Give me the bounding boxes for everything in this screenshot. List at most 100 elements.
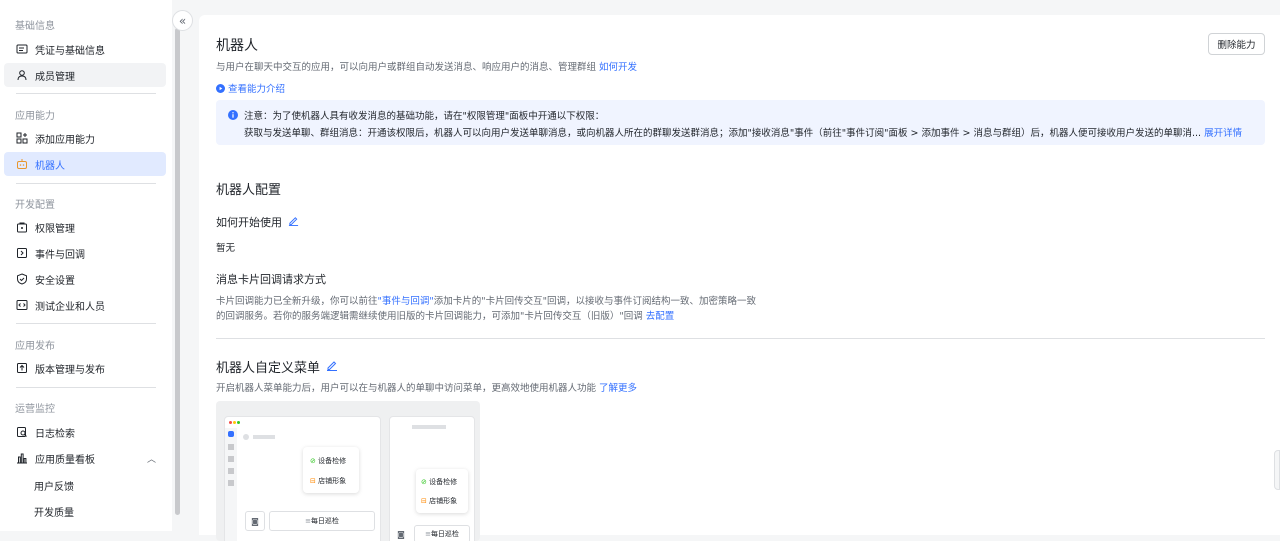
mobile-menu-popup: ⊘ 设备检修 ⊟ 店铺形象	[416, 469, 468, 513]
learn-more-link[interactable]: 了解更多	[599, 383, 637, 394]
group-label-app-ability: 应用能力	[15, 111, 55, 122]
how-to-use-heading: 如何开始使用	[216, 214, 299, 230]
events-callback-link[interactable]: "事件与回调"	[378, 296, 434, 307]
sidebar-item-label: 安全设置	[35, 275, 75, 287]
camera-icon: ◙	[397, 529, 405, 539]
sidebar-item-test-company[interactable]: 测试企业和人员	[4, 293, 166, 317]
menu-preview-item2-label: 店铺形象	[318, 477, 347, 485]
card-callback-desc-line2: 的回调服务。若你的服务端逻辑需继续使用旧版的卡片回调能力，可添加"卡片回传交互（…	[216, 308, 674, 322]
edit-pencil-icon[interactable]	[326, 359, 338, 374]
menu-preview-item: ⊘ 设备检修	[310, 457, 347, 465]
edit-pencil-icon[interactable]	[288, 215, 299, 229]
card-desc-text: 的回调服务。若你的服务端逻辑需继续使用旧版的卡片回调能力，可添加"卡片回传交互（…	[216, 311, 643, 322]
main-panel: 机器人 删除能力 与用户在聊天中交互的应用，可以向用户或群组自动发送消息、响应用…	[199, 15, 1280, 541]
log-search-icon	[16, 426, 28, 438]
menu-preview-bottom-bar: ≡ 每日巡检	[414, 525, 470, 541]
mobile-window-mock: ⊘ 设备检修 ⊟ 店铺形象 ◙ ≡ 每日巡检	[389, 416, 475, 541]
sidebar-item-label: 日志检索	[35, 428, 75, 440]
sidebar-item-label: 测试企业和人员	[35, 301, 105, 313]
sidebar-scrollbar-thumb[interactable]	[175, 28, 180, 515]
view-intro-link[interactable]: 查看能力介绍	[216, 81, 285, 95]
page-title: 机器人	[216, 38, 258, 54]
sidebar-subitem-feedback[interactable]: 用户反馈	[34, 478, 74, 493]
grid-add-icon	[16, 132, 28, 144]
expand-details-link[interactable]: 展开详情	[1204, 128, 1242, 139]
sidebar-item-label: 机器人	[35, 160, 65, 172]
card-desc-text: 卡片回调能力已全新升级，你可以前往	[216, 296, 378, 307]
group-label-basic: 基础信息	[15, 21, 55, 32]
how-to-develop-link[interactable]: 如何开发	[599, 62, 637, 73]
menu-preview-image: ⊘ 设备检修 ⊟ 店铺形象 ◙ ≡ 每日巡检 ⊘ 设备检修 ⊟ 店铺形象 ◙ ≡…	[216, 401, 480, 541]
group-label-ops: 运营监控	[15, 404, 55, 415]
how-to-use-value: 暂无	[216, 243, 236, 254]
section-divider	[216, 338, 1265, 339]
page-description-text: 与用户在聊天中交互的应用，可以向用户或群组自动发送消息、响应用户的消息、管理群组	[216, 62, 597, 73]
menu-preview-item: ⊟ 店铺形象	[421, 497, 458, 505]
code-box-icon	[16, 299, 28, 311]
id-card-icon	[16, 43, 28, 55]
how-to-use-label: 如何开始使用	[216, 216, 282, 229]
chevron-up-icon: ︿	[146, 454, 156, 465]
sidebar-item-label: 权限管理	[35, 223, 75, 235]
menu-preview-item2-label: 店铺形象	[429, 497, 458, 505]
shield-icon	[16, 273, 28, 285]
card-callback-title: 消息卡片回调请求方式	[216, 273, 326, 286]
sidebar-item-bot[interactable]: 机器人	[4, 152, 166, 176]
upload-icon	[16, 362, 28, 374]
divider	[16, 183, 156, 184]
sidebar-item-events[interactable]: 事件与回调	[4, 241, 166, 265]
page-description: 与用户在聊天中交互的应用，可以向用户或群组自动发送消息、响应用户的消息、管理群组…	[216, 59, 637, 73]
notice-line2: 获取与发送单聊、群组消息：开通该权限后，机器人可以向用户发送单聊消息，或向机器人…	[244, 128, 1202, 139]
lock-icon	[16, 221, 28, 233]
custom-menu-heading: 机器人自定义菜单	[216, 357, 338, 376]
sidebar-item-logs[interactable]: 日志检索	[4, 420, 166, 444]
sidebar-subitem-dev-quality[interactable]: 开发质量	[34, 504, 74, 519]
group-label-dev-config: 开发配置	[15, 200, 55, 211]
sidebar-item-members[interactable]: 成员管理	[4, 63, 166, 87]
desktop-menu-popup: ⊘ 设备检修 ⊟ 店铺形象	[303, 447, 359, 493]
play-circle-icon	[216, 83, 225, 93]
sidebar-item-label: 成员管理	[35, 71, 75, 83]
window-dots	[229, 421, 241, 424]
notice-banner: 注意：为了使机器人具有收发消息的基础功能，请在"权限管理"面板中开通以下权限： …	[216, 100, 1265, 145]
sidebar-item-label: 添加应用能力	[35, 134, 95, 146]
bar-chart-icon	[16, 452, 28, 464]
menu-preview-item1-label: 设备检修	[318, 457, 347, 465]
info-icon	[228, 110, 238, 120]
divider	[16, 387, 156, 388]
menu-preview-bottom-label: 每日巡检	[310, 517, 339, 525]
custom-menu-title: 机器人自定义菜单	[216, 361, 321, 376]
divider	[16, 323, 156, 324]
sidebar-item-label: 应用质量看板	[35, 454, 95, 466]
robot-icon	[16, 158, 28, 170]
collapse-sidebar-button[interactable]: «	[172, 10, 193, 31]
sidebar-item-label: 版本管理与发布	[35, 364, 105, 376]
user-icon	[16, 69, 28, 81]
sidebar-item-version[interactable]: 版本管理与发布	[4, 356, 166, 380]
divider	[16, 93, 156, 94]
menu-preview-item: ⊟ 店铺形象	[310, 477, 347, 485]
camera-icon: ◙	[245, 511, 265, 531]
sidebar: 基础信息 凭证与基础信息 成员管理 应用能力 添加应用能力 机器人 开发配置 权…	[0, 0, 172, 531]
sidebar-item-permissions[interactable]: 权限管理	[4, 215, 166, 239]
side-drawer-handle[interactable]	[1274, 450, 1280, 490]
sidebar-item-add-ability[interactable]: 添加应用能力	[4, 126, 166, 150]
custom-menu-desc: 开启机器人菜单能力后，用户可以在与机器人的单聊中访问菜单，更高效地使用机器人功能…	[216, 380, 637, 394]
menu-preview-bottom-bar: ≡ 每日巡检	[269, 511, 375, 531]
delete-ability-button[interactable]: 删除能力	[1208, 33, 1265, 55]
menu-preview-item1-label: 设备检修	[429, 478, 458, 486]
bot-config-title: 机器人配置	[216, 183, 282, 198]
sidebar-item-label: 事件与回调	[35, 249, 85, 261]
view-intro-label: 查看能力介绍	[228, 84, 286, 95]
event-icon	[16, 247, 28, 259]
sidebar-item-security[interactable]: 安全设置	[4, 267, 166, 291]
sidebar-item-quality[interactable]: 应用质量看板 ︿	[4, 446, 166, 470]
card-callback-desc-line1: 卡片回调能力已全新升级，你可以前往"事件与回调"添加卡片的"卡片回传交互"回调，…	[216, 293, 756, 307]
sidebar-item-credentials[interactable]: 凭证与基础信息	[4, 37, 166, 61]
notice-line1: 注意：为了使机器人具有收发消息的基础功能，请在"权限管理"面板中开通以下权限：	[244, 111, 605, 122]
group-label-release: 应用发布	[15, 341, 55, 352]
go-config-link[interactable]: 去配置	[646, 311, 675, 322]
sidebar-item-label: 凭证与基础信息	[35, 45, 105, 57]
desktop-window-mock: ⊘ 设备检修 ⊟ 店铺形象 ◙ ≡ 每日巡检	[224, 416, 381, 541]
card-desc-text: 添加卡片的"卡片回传交互"回调，以接收与事件订阅结构一致、加密策略一致	[433, 296, 757, 307]
